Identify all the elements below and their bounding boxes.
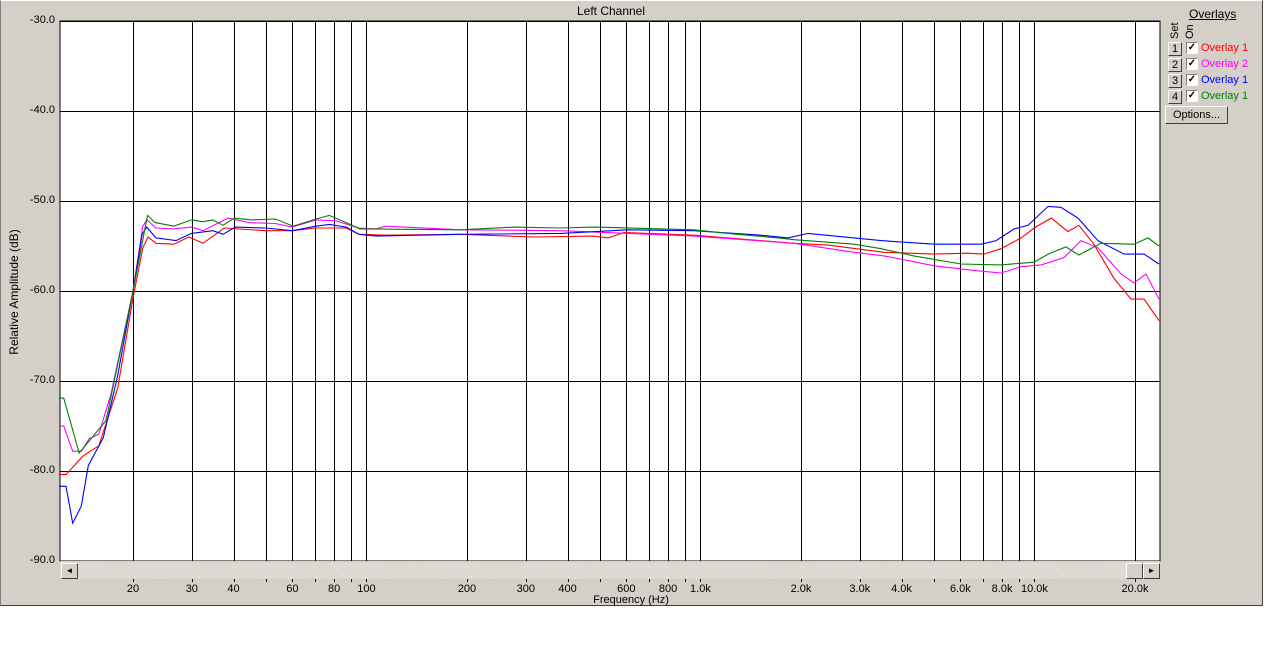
set-column-label: Set <box>1169 22 1181 39</box>
x-tick-label: 20 <box>126 583 140 595</box>
overlay-label: Overlay 1 <box>1201 74 1249 86</box>
y-tick-label: -70.0 <box>29 374 55 386</box>
options-button[interactable]: Options... <box>1165 106 1228 124</box>
horizontal-scrollbar[interactable]: ◄ ► <box>60 561 1160 579</box>
overlay-label: Overlay 2 <box>1201 58 1249 70</box>
overlay-set-button[interactable]: 1 <box>1168 42 1182 56</box>
overlay-on-checkbox[interactable]: ✓ <box>1186 74 1198 86</box>
overlays-title: Overlays <box>1189 7 1237 21</box>
analyzer-window: Left Channel -30.0 -40.0 -50.0 -60.0 -70.0 -8… <box>0 0 1263 606</box>
overlay-on-checkbox[interactable]: ✓ <box>1186 58 1198 70</box>
x-tick-label: 10.0k <box>1020 583 1048 595</box>
y-tick-label: -80.0 <box>29 464 55 476</box>
overlay-set-button[interactable]: 2 <box>1168 58 1182 72</box>
x-tick-label: 30 <box>185 583 198 595</box>
overlay-label: Overlay 1 <box>1201 42 1249 54</box>
x-tick-label: 100 <box>357 583 376 595</box>
overlay-set-button[interactable]: 4 <box>1168 90 1182 104</box>
scroll-right-button[interactable]: ► <box>1143 563 1160 579</box>
on-column-label: On <box>1184 24 1196 39</box>
x-tick-label: 6.0k <box>949 583 971 595</box>
y-axis-label: Relative Amplitude (dB) <box>7 229 21 355</box>
overlay-on-checkbox[interactable]: ✓ <box>1186 90 1198 102</box>
x-tick-label: 20.0k <box>1121 583 1149 595</box>
x-tick-label: 4.0k <box>891 583 912 595</box>
plot-svg <box>58 20 1161 582</box>
overlay-label: Overlay 1 <box>1201 90 1249 102</box>
y-tick-label: -40.0 <box>29 104 55 116</box>
x-axis-label: Frequency (Hz) <box>593 594 669 606</box>
x-tick-label: 40 <box>227 583 240 595</box>
x-tick-label: 60 <box>286 583 299 595</box>
overlay-set-button[interactable]: 3 <box>1168 74 1182 88</box>
overlay-on-checkbox[interactable]: ✓ <box>1186 42 1198 54</box>
y-tick-label: -50.0 <box>29 194 55 206</box>
scroll-left-button[interactable]: ◄ <box>61 563 78 579</box>
scroll-thumb[interactable] <box>1126 563 1143 579</box>
y-tick-label: -90.0 <box>29 554 55 566</box>
x-tick-label: 200 <box>457 583 477 595</box>
x-tick-label: 300 <box>516 583 535 595</box>
x-tick-label: 2.0k <box>790 583 812 595</box>
x-tick-label: 3.0k <box>849 583 871 595</box>
y-tick-label: -30.0 <box>29 14 55 26</box>
